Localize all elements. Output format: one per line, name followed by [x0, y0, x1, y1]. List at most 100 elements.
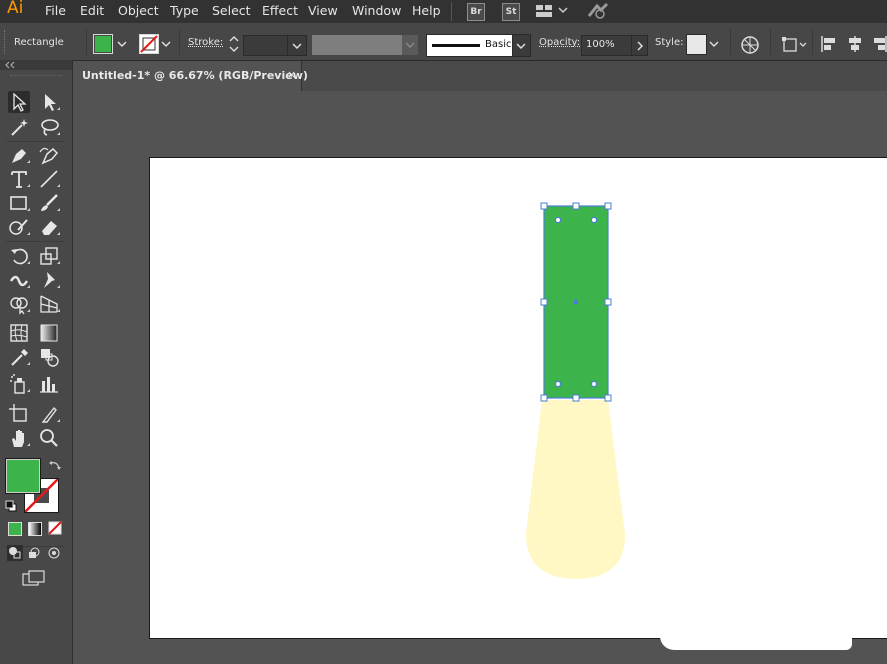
fill-swatch[interactable] — [93, 34, 113, 54]
recolor-artwork-icon[interactable] — [740, 35, 760, 55]
tools-panel-header[interactable] — [0, 60, 72, 70]
handle-bottom-middle[interactable] — [572, 394, 580, 402]
fill-indicator[interactable] — [5, 458, 41, 494]
align-left-icon[interactable] — [820, 35, 838, 53]
handle-top-middle[interactable] — [572, 202, 580, 210]
variable-width-dropdown[interactable] — [402, 35, 418, 55]
menu-type[interactable]: Type — [170, 3, 199, 18]
fill-dropdown-chevron-icon[interactable] — [116, 39, 128, 49]
draw-normal-icon[interactable] — [7, 545, 23, 561]
eyedropper-tool[interactable] — [8, 346, 30, 368]
rectangle-tool[interactable] — [8, 192, 30, 214]
stroke-weight-stepper-icon[interactable] — [228, 34, 240, 54]
style-dropdown-chevron-icon[interactable] — [708, 39, 720, 49]
transform-object-icon[interactable] — [780, 35, 808, 55]
document-tab[interactable]: Untitled-1* @ 66.67% (RGB/Preview) × — [73, 61, 308, 91]
workspace-grid-icon[interactable] — [535, 3, 569, 22]
menu-object[interactable]: Object — [118, 3, 159, 18]
mesh-tool[interactable] — [8, 322, 30, 344]
default-fill-stroke-icon[interactable] — [5, 500, 17, 512]
shaper-tool[interactable] — [8, 216, 30, 238]
handle-top-left[interactable] — [540, 202, 548, 210]
opacity-label[interactable]: Opacity: — [539, 37, 580, 48]
align-center-icon[interactable] — [846, 35, 864, 53]
rotate-tool[interactable] — [8, 245, 30, 267]
menu-bar: Ai File Edit Object Type Select Effect V… — [0, 0, 887, 23]
stroke-weight-dropdown[interactable] — [287, 35, 307, 56]
line-segment-tool[interactable] — [38, 168, 60, 190]
menu-effect[interactable]: Effect — [262, 3, 298, 18]
column-graph-tool[interactable] — [38, 373, 60, 395]
canvas-area[interactable] — [73, 91, 887, 664]
magic-wand-tool[interactable] — [8, 116, 30, 138]
pen-tool[interactable] — [8, 144, 30, 166]
draw-behind-icon[interactable] — [27, 546, 41, 560]
eraser-tool[interactable] — [38, 216, 60, 238]
chevron-down-icon — [292, 43, 302, 50]
opacity-arrow-button[interactable] — [631, 35, 648, 56]
yellow-beam-shape[interactable] — [526, 400, 626, 579]
change-screen-mode-icon[interactable] — [22, 570, 46, 586]
width-tool[interactable] — [8, 269, 30, 291]
slice-tool[interactable] — [38, 403, 60, 425]
stroke-dropdown-chevron-icon[interactable] — [160, 39, 172, 49]
artboard-tool[interactable] — [8, 403, 30, 425]
corner-widget[interactable] — [590, 380, 598, 388]
menu-select[interactable]: Select — [212, 3, 251, 18]
menu-help[interactable]: Help — [412, 3, 441, 18]
shape-builder-tool[interactable] — [8, 293, 30, 315]
type-tool[interactable] — [8, 168, 30, 190]
corner-widget[interactable] — [590, 216, 598, 224]
artboard[interactable] — [149, 157, 887, 639]
stroke-weight-input[interactable] — [243, 35, 289, 56]
hand-tool[interactable] — [8, 427, 30, 449]
brush-dropdown[interactable] — [512, 34, 531, 57]
variable-width-profile[interactable] — [312, 35, 402, 55]
shaper-icon — [9, 219, 30, 235]
draw-inside-icon[interactable] — [47, 546, 61, 560]
menu-edit[interactable]: Edit — [80, 3, 104, 18]
control-divider — [86, 29, 87, 55]
scale-tool[interactable] — [38, 245, 60, 267]
opacity-input[interactable]: 100% — [581, 35, 633, 56]
blend-tool[interactable] — [38, 346, 60, 368]
handle-top-right[interactable] — [604, 202, 612, 210]
corner-widget[interactable] — [554, 380, 562, 388]
brush-definition-field[interactable]: Basic — [426, 34, 514, 57]
swap-fill-stroke-icon[interactable] — [48, 459, 62, 473]
stock-button[interactable]: St — [502, 3, 520, 21]
puppet-warp-tool[interactable] — [38, 269, 60, 291]
perspective-grid-tool[interactable] — [38, 293, 60, 315]
menu-view[interactable]: View — [308, 3, 338, 18]
menu-file[interactable]: File — [45, 3, 66, 18]
zoom-tool[interactable] — [38, 427, 60, 449]
gradient-tool[interactable] — [38, 322, 60, 344]
tool-group-divider — [6, 141, 64, 142]
handle-bottom-left[interactable] — [540, 394, 548, 402]
direct-selection-tool[interactable] — [38, 91, 60, 113]
stroke-swatch[interactable] — [139, 34, 159, 54]
handle-middle-left[interactable] — [540, 298, 548, 306]
paintbrush-tool[interactable] — [38, 192, 60, 214]
selection-tool[interactable] — [8, 91, 30, 113]
gradient-mode-button[interactable] — [28, 522, 42, 536]
align-right-icon[interactable] — [871, 35, 887, 53]
symbol-sprayer-icon — [10, 374, 30, 394]
collapse-panel-icon[interactable] — [4, 61, 16, 69]
color-mode-button[interactable] — [8, 522, 22, 536]
none-mode-button[interactable] — [48, 521, 62, 535]
graphic-style-swatch[interactable] — [686, 34, 707, 55]
stroke-label[interactable]: Stroke: — [188, 37, 223, 48]
curvature-tool[interactable] — [38, 144, 60, 166]
symbol-sprayer-tool[interactable] — [8, 373, 30, 395]
close-tab-button[interactable]: × — [287, 68, 296, 81]
lasso-tool[interactable] — [38, 116, 60, 138]
menu-window[interactable]: Window — [352, 3, 401, 18]
off-artboard-white-shape[interactable] — [660, 632, 852, 650]
gpu-performance-icon[interactable] — [587, 2, 609, 23]
corner-widget[interactable] — [554, 216, 562, 224]
bridge-button[interactable]: Br — [467, 3, 485, 21]
handle-bottom-right[interactable] — [604, 394, 612, 402]
app-logo: Ai — [7, 0, 24, 18]
handle-middle-right[interactable] — [604, 298, 612, 306]
